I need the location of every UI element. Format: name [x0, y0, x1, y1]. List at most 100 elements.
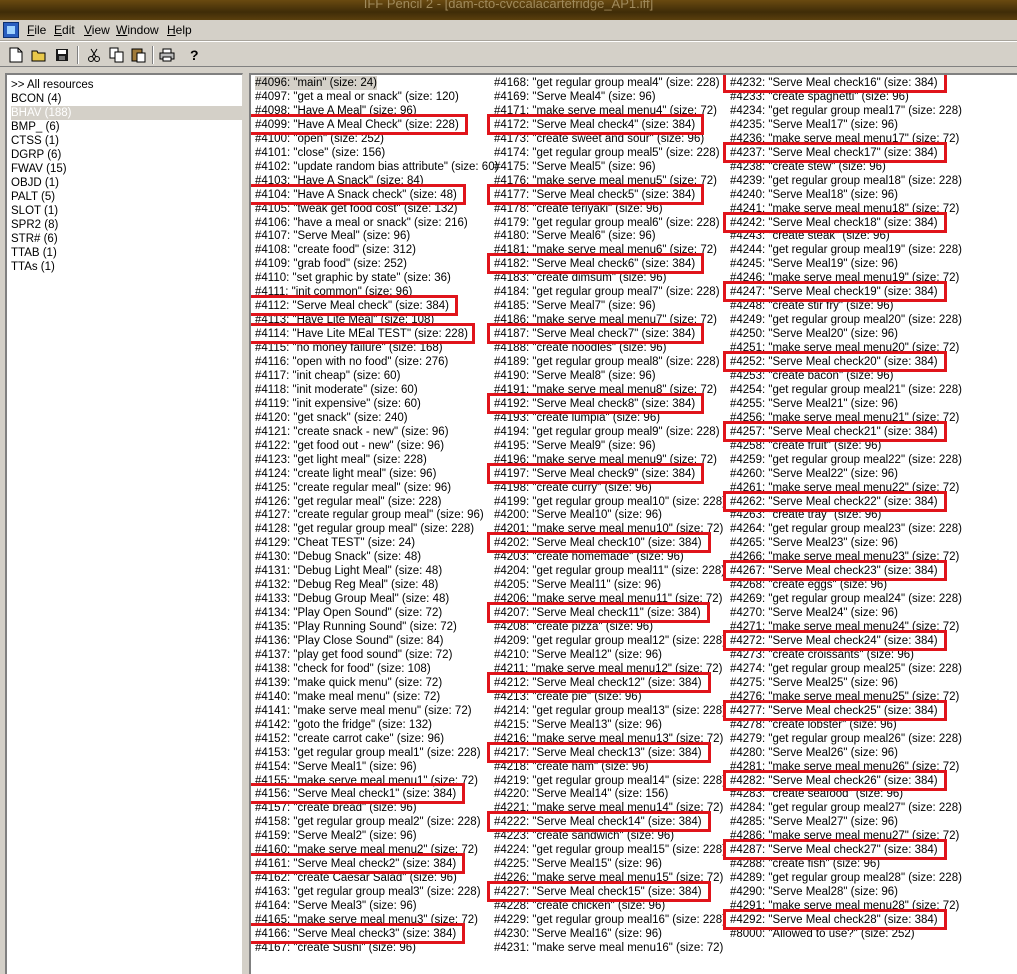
resource-entry[interactable]: #4269: "get regular group meal24" (size:…	[730, 592, 962, 606]
resource-entry[interactable]: #4232: "Serve Meal check16" (size: 384)	[730, 76, 938, 90]
resource-entry[interactable]: #4157: "create bread" (size: 96)	[255, 801, 417, 815]
resource-entry[interactable]: #4278: "create lobster" (size: 96)	[730, 718, 897, 732]
resource-entry[interactable]: #4109: "grab food" (size: 252)	[255, 257, 407, 271]
resource-entry[interactable]: #4197: "Serve Meal check9" (size: 384)	[494, 467, 695, 481]
resource-entry[interactable]: #4283: "create seafood" (size: 96)	[730, 787, 903, 801]
resource-entry[interactable]: #4261: "make serve meal menu22" (size: 7…	[730, 481, 959, 495]
resource-entry[interactable]: #4224: "get regular group meal15" (size:…	[494, 843, 726, 857]
resource-entry[interactable]: #4258: "create fruit" (size: 96)	[730, 439, 881, 453]
resource-entry[interactable]: #4274: "get regular group meal25" (size:…	[730, 662, 962, 676]
resource-entry[interactable]: #4099: "Have A Meal Check" (size: 228)	[255, 118, 459, 132]
resource-entry[interactable]: #4132: "Debug Reg Meal" (size: 48)	[255, 578, 438, 592]
resource-entry[interactable]: #4264: "get regular group meal23" (size:…	[730, 522, 962, 536]
resource-entry[interactable]: #4186: "make serve meal menu7" (size: 72…	[494, 313, 717, 327]
resource-entry[interactable]: #4212: "Serve Meal check12" (size: 384)	[494, 676, 702, 690]
resource-entry[interactable]: #4112: "Serve Meal check" (size: 384)	[255, 299, 449, 313]
resource-entry[interactable]: #4240: "Serve Meal18" (size: 96)	[730, 188, 898, 202]
resource-entry[interactable]: #4263: "create tray" (size: 96)	[730, 508, 881, 522]
resource-entry[interactable]: #4178: "create teriyaki" (size: 96)	[494, 202, 663, 216]
resource-entry[interactable]: #4127: "create regular group meal" (size…	[255, 508, 484, 522]
resource-entry[interactable]: #4160: "make serve meal menu2" (size: 72…	[255, 843, 478, 857]
resource-entry[interactable]: #4174: "get regular group meal5" (size: …	[494, 146, 720, 160]
resource-entry[interactable]: #4118: "init moderate" (size: 60)	[255, 383, 418, 397]
resource-entry[interactable]: #4253: "create bacon" (size: 96)	[730, 369, 894, 383]
resource-entry[interactable]: #4192: "Serve Meal check8" (size: 384)	[494, 397, 695, 411]
resource-entry[interactable]: #4229: "get regular group meal16" (size:…	[494, 913, 726, 927]
resource-entry[interactable]: #4115: "no money failure" (size: 168)	[255, 341, 443, 355]
resource-entry[interactable]: #4119: "init expensive" (size: 60)	[255, 397, 421, 411]
resource-entry[interactable]: #4187: "Serve Meal check7" (size: 384)	[494, 327, 695, 341]
resource-entry[interactable]: #4171: "make serve meal menu4" (size: 72…	[494, 104, 717, 118]
resource-entry[interactable]: #4139: "make quick menu" (size: 72)	[255, 676, 442, 690]
resource-entry[interactable]: #4247: "Serve Meal check19" (size: 384)	[730, 285, 938, 299]
resource-entry[interactable]: #4291: "make serve meal menu28" (size: 7…	[730, 899, 959, 913]
resource-entry[interactable]: #4200: "Serve Meal10" (size: 96)	[494, 508, 662, 522]
resource-entry[interactable]: #4167: "create Sushi" (size: 96)	[255, 941, 416, 955]
resource-entry[interactable]: #4196: "make serve meal menu9" (size: 72…	[494, 453, 717, 467]
resource-entry[interactable]: #4246: "make serve meal menu19" (size: 7…	[730, 271, 959, 285]
resource-entry[interactable]: #4130: "Debug Snack" (size: 48)	[255, 550, 421, 564]
resource-entry[interactable]: #4152: "create carrot cake" (size: 96)	[255, 732, 444, 746]
resource-entry[interactable]: #4142: "goto the fridge" (size: 132)	[255, 718, 432, 732]
resource-entry[interactable]: #4104: "Have A Snack check" (size: 48)	[255, 188, 457, 202]
save-icon[interactable]	[52, 45, 72, 65]
resource-entry[interactable]: #4191: "make serve meal menu8" (size: 72…	[494, 383, 717, 397]
resource-entry[interactable]: #4126: "get regular meal" (size: 228)	[255, 495, 442, 509]
resource-entry[interactable]: #4106: "have a meal or snack" (size: 216…	[255, 216, 468, 230]
resource-entry[interactable]: #4107: "Serve Meal" (size: 96)	[255, 229, 410, 243]
help-icon[interactable]: ?	[184, 45, 204, 65]
resource-entry[interactable]: #4235: "Serve Meal17" (size: 96)	[730, 118, 898, 132]
resource-entry[interactable]: #4182: "Serve Meal check6" (size: 384)	[494, 257, 695, 271]
resource-entry[interactable]: #4180: "Serve Meal6" (size: 96)	[494, 229, 656, 243]
resource-entry[interactable]: #4111: "init common" (size: 96)	[255, 285, 412, 299]
resource-entry-list[interactable]: #4096: "main" (size: 24) #4097: "get a me…	[249, 73, 1017, 974]
resource-entry[interactable]: #4248: "create stir fry" (size: 96)	[730, 299, 893, 313]
resource-entry[interactable]: #4110: "set graphic by state" (size: 36)	[255, 271, 451, 285]
resource-entry[interactable]: #4190: "Serve Meal8" (size: 96)	[494, 369, 656, 383]
resource-entry[interactable]: #4189: "get regular group meal8" (size: …	[494, 355, 720, 369]
resource-entry[interactable]: #4172: "Serve Meal check4" (size: 384)	[494, 118, 695, 132]
resource-entry[interactable]: #4184: "get regular group meal7" (size: …	[494, 285, 720, 299]
resource-entry[interactable]: #4136: "Play Close Sound" (size: 84)	[255, 634, 443, 648]
resource-entry[interactable]: #4206: "make serve meal menu11" (size: 7…	[494, 592, 722, 606]
resource-entry[interactable]: #4239: "get regular group meal18" (size:…	[730, 174, 962, 188]
resource-entry[interactable]: #4113: "Have Lite Meal" (size: 108)	[255, 313, 434, 327]
resource-entry[interactable]: #4122: "get food out - new" (size: 96)	[255, 439, 444, 453]
resource-entry[interactable]: #4277: "Serve Meal check25" (size: 384)	[730, 704, 938, 718]
resource-entry[interactable]: #4138: "check for food" (size: 108)	[255, 662, 431, 676]
resource-entry[interactable]: #4259: "get regular group meal22" (size:…	[730, 453, 962, 467]
resource-type-item[interactable]: FWAV (15)	[11, 162, 67, 176]
resource-type-item[interactable]: CTSS (1)	[11, 134, 59, 148]
resource-entry[interactable]: #4223: "create sandwich" (size: 96)	[494, 829, 674, 843]
resource-entry[interactable]: #4280: "Serve Meal26" (size: 96)	[730, 746, 898, 760]
resource-entry[interactable]: #4275: "Serve Meal25" (size: 96)	[730, 676, 898, 690]
resource-type-item[interactable]: TTAB (1)	[11, 246, 57, 260]
resource-entry[interactable]: #4103: "Have A Snack" (size: 84)	[255, 174, 424, 188]
resource-entry[interactable]: #4279: "get regular group meal26" (size:…	[730, 732, 962, 746]
resource-entry[interactable]: #4176: "make serve meal menu5" (size: 72…	[494, 174, 717, 188]
menu-window[interactable]: Window	[116, 23, 159, 37]
resource-entry[interactable]: #4133: "Debug Group Meal" (size: 48)	[255, 592, 449, 606]
menu-file[interactable]: File	[27, 23, 46, 37]
resource-entry[interactable]: #4290: "Serve Meal28" (size: 96)	[730, 885, 898, 899]
resource-entry[interactable]: #4238: "create stew" (size: 96)	[730, 160, 886, 174]
resource-entry[interactable]: #4250: "Serve Meal20" (size: 96)	[730, 327, 898, 341]
resource-type-item[interactable]: BCON (4)	[11, 92, 61, 106]
resource-type-item[interactable]: >> All resources	[11, 78, 93, 92]
resource-entry[interactable]: #4121: "create snack - new" (size: 96)	[255, 425, 449, 439]
resource-entry[interactable]: #4230: "Serve Meal16" (size: 96)	[494, 927, 662, 941]
resource-type-item[interactable]: OBJD (1)	[11, 176, 59, 190]
resource-entry[interactable]: #4234: "get regular group meal17" (size:…	[730, 104, 962, 118]
resource-entry[interactable]: #4233: "create spaghetti" (size: 96)	[730, 90, 909, 104]
resource-entry[interactable]: #4251: "make serve meal menu20" (size: 7…	[730, 341, 959, 355]
resource-entry[interactable]: #4244: "get regular group meal19" (size:…	[730, 243, 962, 257]
resource-entry[interactable]: #4105: "tweak get food cost" (size: 132)	[255, 202, 458, 216]
resource-entry[interactable]: #4131: "Debug Light Meal" (size: 48)	[255, 564, 442, 578]
resource-entry[interactable]: #4217: "Serve Meal check13" (size: 384)	[494, 746, 702, 760]
resource-type-list[interactable]: >> All resources BCON (4) BHAV (188) BMP_ (…	[5, 73, 243, 974]
resource-entry[interactable]: #4155: "make serve meal menu1" (size: 72…	[255, 774, 478, 788]
resource-type-item[interactable]: TTAs (1)	[11, 260, 55, 274]
resource-entry[interactable]: #4210: "Serve Meal12" (size: 96)	[494, 648, 662, 662]
resource-entry[interactable]: #4260: "Serve Meal22" (size: 96)	[730, 467, 898, 481]
resource-entry[interactable]: #4120: "get snack" (size: 240)	[255, 411, 408, 425]
